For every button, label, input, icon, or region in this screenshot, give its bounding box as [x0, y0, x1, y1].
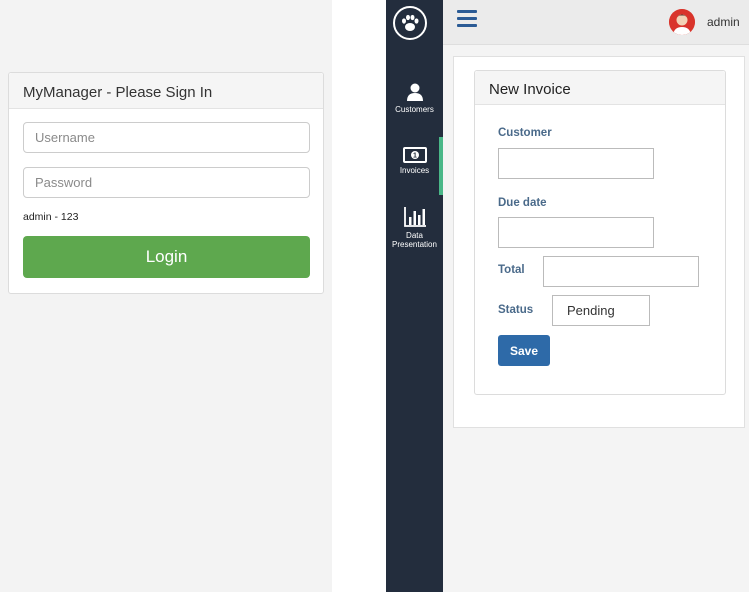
sidebar-item-invoices[interactable]: 1 Invoices: [386, 137, 443, 195]
money-icon: 1: [402, 147, 427, 163]
customer-label: Customer: [498, 127, 552, 139]
login-form: admin - 123 Login: [9, 109, 323, 278]
panel-title: New Invoice: [475, 71, 725, 105]
bar-chart-icon: [403, 207, 426, 227]
topbar: admin: [443, 0, 749, 45]
status-label: Status: [498, 304, 534, 316]
hamburger-menu-icon[interactable]: [457, 10, 477, 28]
username-input[interactable]: [23, 122, 310, 153]
password-input[interactable]: [23, 167, 310, 198]
user-icon: [406, 83, 423, 101]
login-button[interactable]: Login: [23, 236, 310, 278]
sidebar-item-label: Invoices: [399, 166, 430, 175]
sidebar: Customers 1 Invoices Data Presentation: [386, 0, 443, 592]
avatar[interactable]: [669, 9, 695, 35]
login-panel: MyManager - Please Sign In admin - 123 L…: [8, 72, 324, 294]
user-avatar-icon: [669, 9, 695, 35]
content-wrapper: New Invoice Customer Due date Total Stat…: [453, 56, 745, 428]
credentials-hint: admin - 123: [23, 211, 79, 223]
main-content: New Invoice Customer Due date Total Stat…: [443, 45, 749, 592]
sidebar-item-label: Data Presentation: [392, 231, 437, 249]
status-input[interactable]: [552, 295, 650, 326]
username-label[interactable]: admin: [707, 15, 740, 29]
login-title: MyManager - Please Sign In: [9, 73, 323, 109]
due-date-label: Due date: [498, 197, 547, 209]
sidebar-item-label: Customers: [395, 105, 434, 114]
total-label: Total: [498, 264, 525, 276]
save-button[interactable]: Save: [498, 335, 550, 366]
paw-icon: [402, 14, 419, 31]
sidebar-item-data-presentation[interactable]: Data Presentation: [386, 206, 443, 249]
total-input[interactable]: [543, 256, 699, 287]
customer-input[interactable]: [498, 148, 654, 179]
paw-logo-icon[interactable]: [393, 6, 427, 40]
sidebar-item-customers[interactable]: Customers: [386, 82, 443, 114]
svg-text:1: 1: [413, 153, 417, 160]
login-screen: MyManager - Please Sign In admin - 123 L…: [0, 0, 332, 592]
due-date-input[interactable]: [498, 217, 654, 248]
new-invoice-panel: New Invoice Customer Due date Total Stat…: [474, 70, 726, 395]
